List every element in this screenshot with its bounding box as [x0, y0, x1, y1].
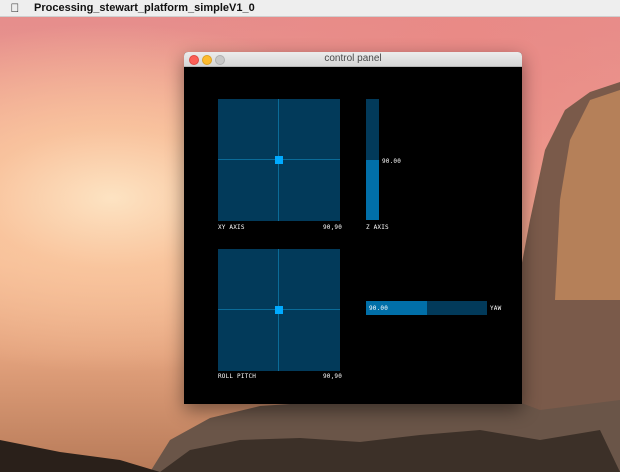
- z-axis-value: 90.00: [382, 158, 402, 165]
- window-content: XY AXIS 90,90 90.00 Z AXIS ROLL PITCH 90…: [184, 67, 522, 404]
- yaw-label: YAW: [490, 305, 502, 312]
- z-axis-slider-fill: [366, 159, 379, 220]
- yaw-slider[interactable]: 90.00: [366, 301, 487, 315]
- z-axis-label: Z AXIS: [366, 224, 389, 231]
- window-title: control panel: [324, 53, 382, 64]
- roll-pitch-value: 90,90: [323, 373, 343, 380]
- roll-pitch-slider[interactable]: [218, 249, 340, 371]
- menu-bar:  Processing_stewart_platform_simpleV1_0: [0, 0, 620, 17]
- xy-axis-label: XY AXIS: [218, 224, 245, 231]
- app-name[interactable]: Processing_stewart_platform_simpleV1_0: [34, 2, 255, 14]
- control-panel-window: control panel XY AXIS 90,90 90.00 Z AXIS…: [184, 52, 522, 404]
- roll-pitch-handle[interactable]: [275, 306, 283, 314]
- xy-axis-handle[interactable]: [275, 156, 283, 164]
- roll-pitch-label: ROLL PITCH: [218, 373, 257, 380]
- xy-axis-value: 90,90: [323, 224, 343, 231]
- yaw-value: 90.00: [369, 305, 389, 312]
- window-titlebar[interactable]: control panel: [184, 52, 522, 67]
- z-axis-slider[interactable]: [366, 99, 379, 220]
- apple-icon[interactable]: : [4, 1, 26, 15]
- xy-axis-slider[interactable]: [218, 99, 340, 221]
